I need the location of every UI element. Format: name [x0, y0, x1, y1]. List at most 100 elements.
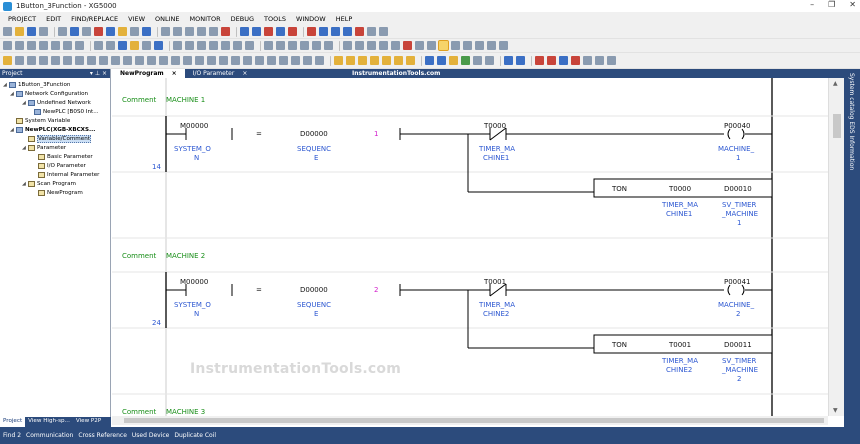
mode3-icon[interactable]: [463, 41, 472, 50]
replace-icon[interactable]: [331, 27, 340, 36]
debug-icon[interactable]: [75, 41, 84, 50]
tree-item-system-variable[interactable]: System Variable: [16, 117, 70, 125]
layout2-icon[interactable]: [449, 56, 458, 65]
contact7-icon[interactable]: [279, 56, 288, 65]
zoom-icon[interactable]: [437, 56, 446, 65]
menu-debug[interactable]: DEBUG: [229, 14, 256, 24]
rung-3[interactable]: Comment MACHINE 3: [122, 408, 205, 416]
forward-icon[interactable]: [379, 27, 388, 36]
neg-contact-icon[interactable]: [51, 56, 60, 65]
collapse-icon[interactable]: ◢: [22, 145, 27, 151]
view-sfc-icon[interactable]: [370, 56, 379, 65]
minimize-icon[interactable]: –: [810, 0, 814, 9]
find-icon[interactable]: [307, 27, 316, 36]
history-icon[interactable]: [485, 56, 494, 65]
pin-icon[interactable]: ⊥: [95, 70, 100, 77]
label-icon[interactable]: [427, 41, 436, 50]
tab-communication[interactable]: Communication: [26, 432, 73, 439]
collapse-icon[interactable]: ◢: [3, 82, 8, 88]
coil-icon[interactable]: [87, 56, 96, 65]
force-icon[interactable]: [221, 41, 230, 50]
cloud1-icon[interactable]: [583, 56, 592, 65]
tab-newprogram[interactable]: NewProgram ×: [112, 69, 185, 78]
contact2-icon[interactable]: [219, 56, 228, 65]
grid-icon[interactable]: [300, 41, 309, 50]
close-icon[interactable]: ×: [172, 70, 177, 77]
save-all-icon[interactable]: [39, 27, 48, 36]
stop-icon[interactable]: [51, 41, 60, 50]
tab-duplicate-coil[interactable]: Duplicate Coil: [174, 432, 216, 439]
view-st-icon[interactable]: [358, 56, 367, 65]
tree-item-newprogram[interactable]: NewProgram: [38, 189, 83, 197]
mode5-icon[interactable]: [487, 41, 496, 50]
collapse-icon[interactable]: ◢: [10, 127, 15, 133]
properties-icon[interactable]: [82, 27, 91, 36]
horizontal-scrollbar[interactable]: [112, 416, 828, 425]
cut-icon[interactable]: [185, 27, 194, 36]
contact4-icon[interactable]: [243, 56, 252, 65]
zoom-fit-icon[interactable]: [425, 56, 434, 65]
tree-item-undefined-network[interactable]: ◢ Undefined Network: [22, 99, 91, 107]
tree-item-parameter[interactable]: ◢ Parameter: [22, 144, 66, 152]
rising-icon[interactable]: [171, 56, 180, 65]
collapse-icon[interactable]: ◢: [22, 100, 27, 106]
not-icon[interactable]: [159, 56, 168, 65]
save-icon[interactable]: [27, 27, 36, 36]
delete-icon[interactable]: [221, 27, 230, 36]
tree-item-internal-parameter[interactable]: Internal Parameter: [38, 171, 99, 179]
window-icon[interactable]: [142, 27, 151, 36]
tree-item-newplc-net[interactable]: NewPLC [B0S0 Int...: [34, 108, 99, 116]
dropdown-icon[interactable]: ▾: [90, 70, 93, 77]
copy-icon[interactable]: [197, 27, 206, 36]
write-icon[interactable]: [94, 41, 103, 50]
view-var-icon[interactable]: [394, 56, 403, 65]
zoom-in-icon[interactable]: [312, 41, 321, 50]
monitor-icon[interactable]: [473, 56, 482, 65]
collapse-icon[interactable]: ◢: [10, 91, 15, 97]
close-icon[interactable]: ×: [242, 70, 247, 77]
tab-cross-reference[interactable]: Cross Reference: [78, 432, 127, 439]
remove-line-icon[interactable]: [264, 27, 273, 36]
online-icon[interactable]: [3, 41, 12, 50]
tab-view-p2p[interactable]: View P2P: [73, 417, 104, 427]
menu-online[interactable]: ONLINE: [153, 14, 182, 24]
contact9-icon[interactable]: [303, 56, 312, 65]
pulse-coil-icon[interactable]: [123, 56, 132, 65]
circle1-icon[interactable]: [547, 56, 556, 65]
circle2-icon[interactable]: [559, 56, 568, 65]
select-icon[interactable]: [3, 56, 12, 65]
trend-icon[interactable]: [233, 41, 242, 50]
menu-monitor[interactable]: MONITOR: [188, 14, 223, 24]
connect-icon[interactable]: [94, 27, 103, 36]
reset-coil-icon[interactable]: [111, 56, 120, 65]
run-icon[interactable]: [39, 41, 48, 50]
menu-tools[interactable]: TOOLS: [262, 14, 288, 24]
tree-item-newplc[interactable]: ◢ NewPLC(XGB-XBCXS...: [10, 126, 95, 134]
view-comment-icon[interactable]: [406, 56, 415, 65]
undo-icon[interactable]: [161, 27, 170, 36]
settings-icon[interactable]: [276, 41, 285, 50]
close-icon[interactable]: ✕: [849, 0, 856, 9]
tool-icon[interactable]: [130, 27, 139, 36]
layout-icon[interactable]: [288, 41, 297, 50]
mode6-icon[interactable]: [499, 41, 508, 50]
message-icon[interactable]: [130, 41, 139, 50]
tree-item-variable-comment[interactable]: Variable/Comment: [28, 135, 91, 143]
menu-view[interactable]: VIEW: [126, 14, 147, 24]
paste-icon[interactable]: [209, 27, 218, 36]
view-fbd-icon[interactable]: [382, 56, 391, 65]
bookmark-icon[interactable]: [343, 27, 352, 36]
cloud3-icon[interactable]: [607, 56, 616, 65]
tab-used-device[interactable]: Used Device: [132, 432, 169, 439]
tree-item-basic-parameter[interactable]: Basic Parameter: [38, 153, 93, 161]
contact5-icon[interactable]: [255, 56, 264, 65]
network-icon[interactable]: [403, 41, 412, 50]
cloud2-icon[interactable]: [595, 56, 604, 65]
collapse-icon[interactable]: ◢: [22, 181, 27, 187]
tree-item-scan-program[interactable]: ◢ Scan Program: [22, 180, 76, 188]
function-icon[interactable]: [147, 56, 156, 65]
pause-icon[interactable]: [63, 41, 72, 50]
contact8-icon[interactable]: [291, 56, 300, 65]
monitor-start-icon[interactable]: [15, 41, 24, 50]
set-coil-icon[interactable]: [99, 56, 108, 65]
